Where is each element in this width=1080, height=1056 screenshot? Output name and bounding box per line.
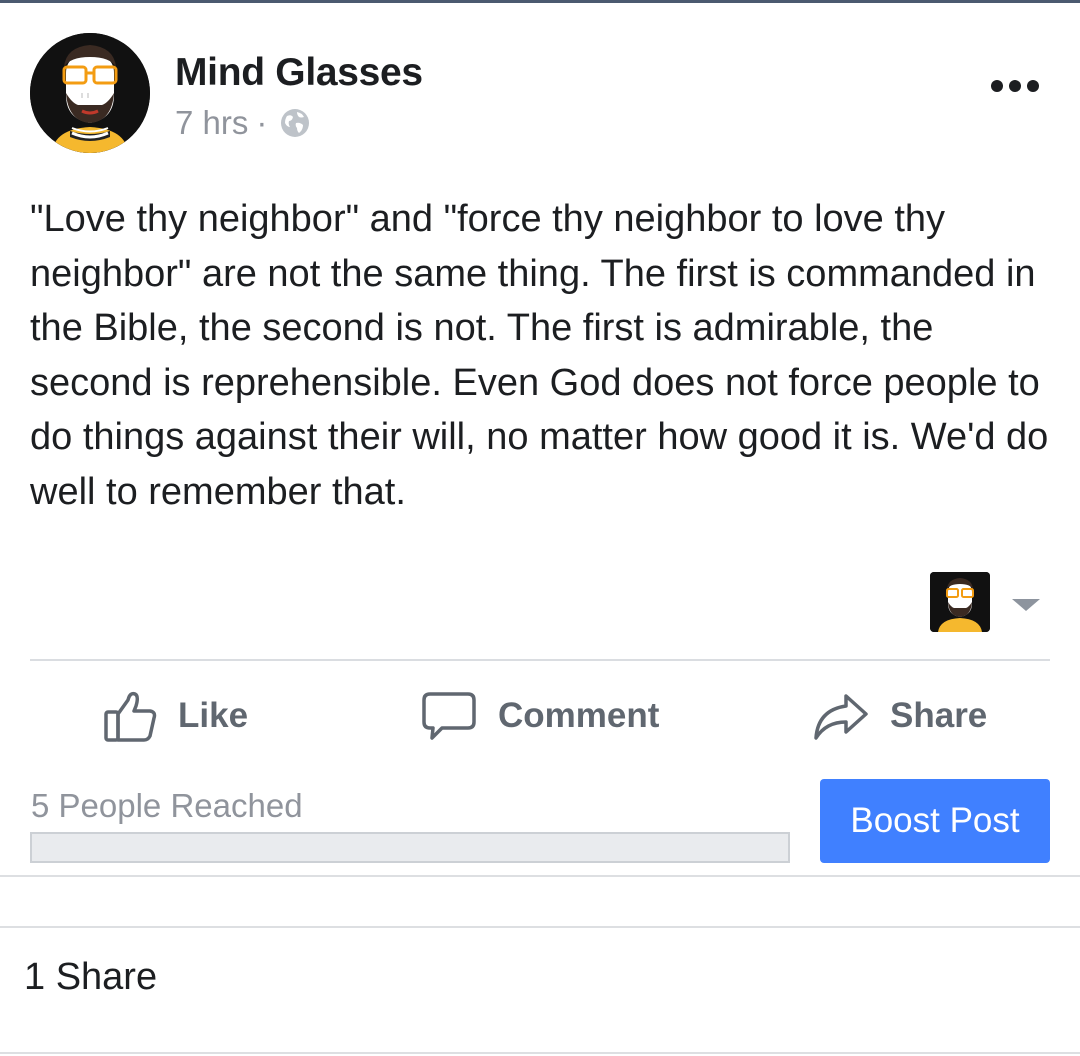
section-gap xyxy=(0,877,1080,926)
share-label: Share xyxy=(890,696,988,735)
more-dots-icon[interactable] xyxy=(980,71,1050,101)
section-divider xyxy=(0,926,1080,928)
meta-separator: · xyxy=(256,104,268,141)
reach-progress-bar xyxy=(30,832,790,863)
like-button[interactable]: Like xyxy=(102,675,248,757)
caret-down-icon[interactable] xyxy=(1012,599,1040,611)
post-card: Mind Glasses 7 hrs · "Love thy neighbor"… xyxy=(0,3,1080,876)
people-reached-text[interactable]: 5 People Reached xyxy=(31,787,303,825)
share-arrow-icon xyxy=(814,694,868,740)
reaction-avatar-illustration xyxy=(930,572,990,632)
post-text: "Love thy neighbor" and "force thy neigh… xyxy=(30,198,1049,513)
post-timestamp[interactable]: 7 hrs xyxy=(175,104,248,142)
divider xyxy=(30,659,1050,661)
more-dot xyxy=(1027,80,1039,92)
boost-post-button[interactable]: Boost Post xyxy=(820,779,1050,863)
shares-count[interactable]: 1 Share xyxy=(24,956,157,999)
author-avatar[interactable] xyxy=(30,33,150,153)
comment-button[interactable]: Comment xyxy=(420,675,659,757)
action-bar: Like Comment Share xyxy=(0,675,1080,757)
post-meta: 7 hrs · xyxy=(175,104,311,142)
comment-bubble-icon xyxy=(422,692,476,740)
thumbs-up-icon xyxy=(104,691,157,742)
author-name[interactable]: Mind Glasses xyxy=(175,51,423,95)
globe-icon[interactable] xyxy=(279,107,311,139)
share-button[interactable]: Share xyxy=(812,675,987,757)
more-dot xyxy=(991,80,1003,92)
like-label: Like xyxy=(178,696,249,735)
comment-label: Comment xyxy=(498,696,660,735)
reaction-avatar[interactable] xyxy=(930,572,990,632)
more-dot xyxy=(1009,80,1021,92)
avatar-illustration xyxy=(30,33,150,153)
bottom-divider xyxy=(0,1052,1080,1054)
